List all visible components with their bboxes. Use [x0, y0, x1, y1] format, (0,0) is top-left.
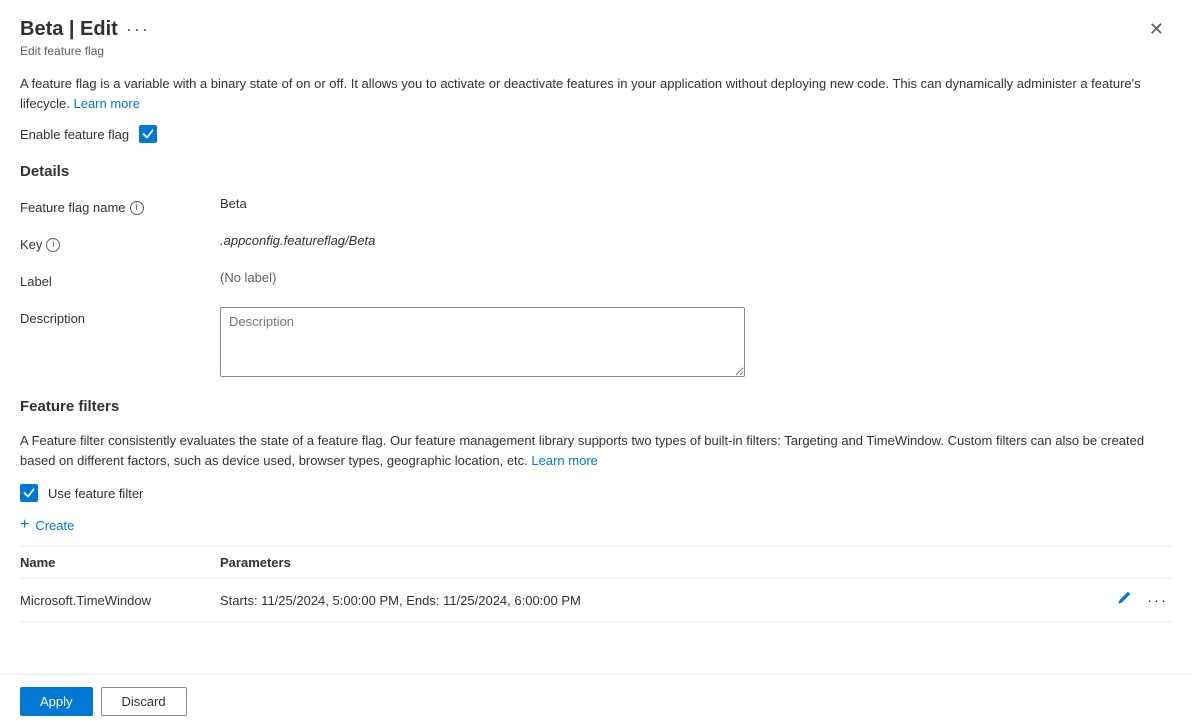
edit-filter-button[interactable]	[1113, 589, 1135, 611]
filter-params-cell: Starts: 11/25/2024, 5:00:00 PM, Ends: 11…	[220, 579, 1102, 622]
label-value: (No label)	[220, 266, 276, 285]
apply-button[interactable]: Apply	[20, 687, 93, 716]
col-header-name: Name	[20, 547, 220, 579]
feature-filters-title: Feature filters	[20, 398, 1172, 415]
panel-body: A feature flag is a variable with a bina…	[0, 58, 1192, 702]
create-filter-row[interactable]: + Create	[20, 516, 1172, 534]
filters-table: Name Parameters Microsoft.TimeWindow Sta…	[20, 547, 1172, 622]
panel-header: Beta | Edit ··· ✕ Edit feature flag	[0, 0, 1192, 58]
description-row: Description	[20, 307, 1172, 380]
panel-subtitle: Edit feature flag	[20, 44, 1172, 58]
enable-feature-flag-row: Enable feature flag	[20, 125, 1172, 143]
close-button[interactable]: ✕	[1141, 16, 1172, 42]
key-value: .appconfig.featureflag/Beta	[220, 229, 375, 248]
key-label: Key	[20, 237, 42, 252]
discard-button[interactable]: Discard	[101, 687, 187, 716]
label-row: Label (No label)	[20, 270, 1172, 289]
learn-more-link-filters[interactable]: Learn more	[531, 453, 597, 468]
description-input[interactable]	[220, 307, 745, 377]
use-filter-label: Use feature filter	[48, 486, 143, 501]
filter-intro-text: A Feature filter consistently evaluates …	[20, 431, 1172, 470]
table-row: Microsoft.TimeWindow Starts: 11/25/2024,…	[20, 579, 1172, 622]
use-filter-row: Use feature filter	[20, 484, 1172, 502]
feature-flag-name-info-icon[interactable]: i	[130, 201, 144, 215]
filter-name-cell: Microsoft.TimeWindow	[20, 579, 220, 622]
plus-icon: +	[20, 516, 29, 534]
details-section-title: Details	[20, 163, 1172, 180]
label-label: Label	[20, 274, 52, 289]
use-feature-filter-checkbox[interactable]	[20, 484, 38, 502]
more-options-button[interactable]: ···	[1143, 590, 1172, 611]
feature-flag-name-label: Feature flag name	[20, 200, 126, 215]
key-row: Key i .appconfig.featureflag/Beta	[20, 233, 1172, 252]
key-info-icon[interactable]: i	[46, 238, 60, 252]
intro-text: A feature flag is a variable with a bina…	[20, 74, 1172, 113]
enable-label: Enable feature flag	[20, 127, 129, 142]
feature-flag-name-value: Beta	[220, 192, 247, 211]
enable-feature-flag-checkbox[interactable]	[139, 125, 157, 143]
feature-filters-section: Feature filters A Feature filter consist…	[20, 398, 1172, 622]
create-label: Create	[35, 518, 74, 533]
learn-more-link-intro[interactable]: Learn more	[73, 96, 139, 111]
footer-bar: Apply Discard	[0, 674, 1192, 728]
panel-title: Beta | Edit	[20, 18, 118, 41]
description-label: Description	[20, 311, 85, 326]
edit-panel: Beta | Edit ··· ✕ Edit feature flag A fe…	[0, 0, 1192, 728]
panel-more-options[interactable]: ···	[126, 19, 150, 40]
feature-flag-name-row: Feature flag name i Beta	[20, 196, 1172, 215]
col-header-parameters: Parameters	[220, 547, 1102, 579]
